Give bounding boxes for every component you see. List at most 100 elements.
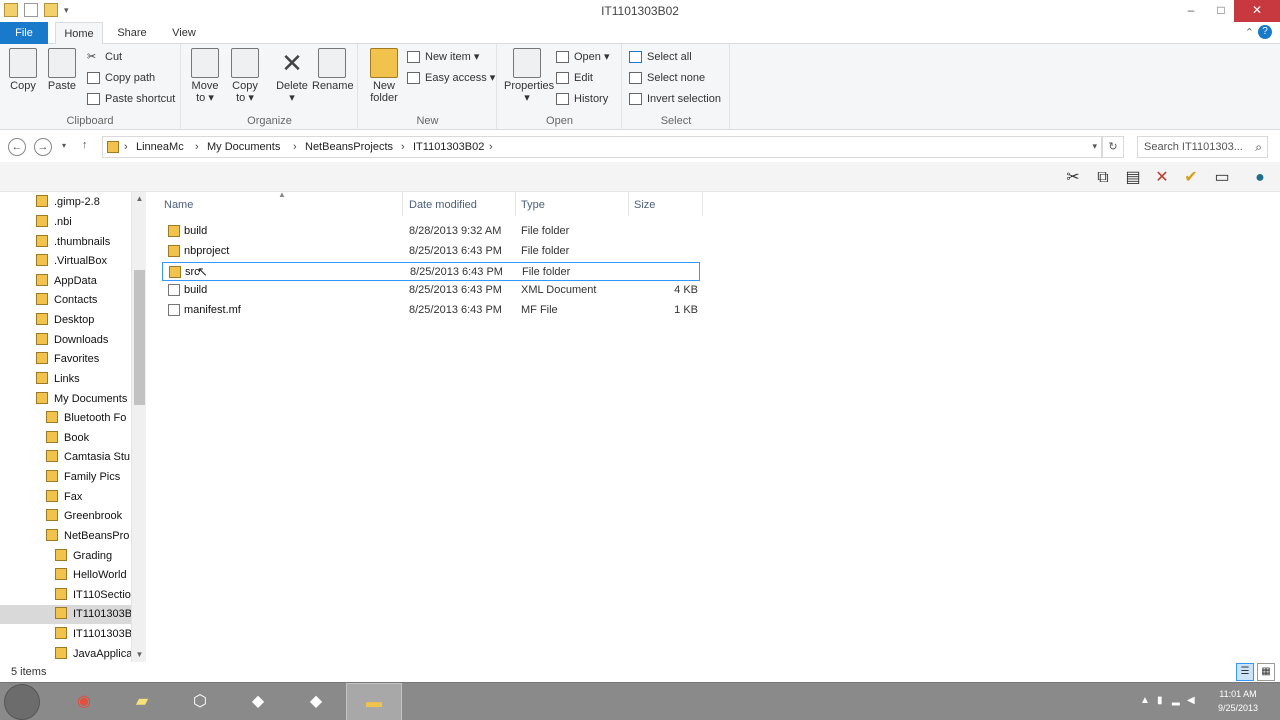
recent-locations-icon[interactable]: ▾ [62,141,66,150]
select-none-button[interactable]: Select none [629,69,705,87]
large-icons-view-button[interactable]: ▦ [1257,663,1275,681]
tab-home[interactable]: Home [55,22,103,45]
breadcrumb-separator-icon[interactable]: › [195,141,199,153]
breadcrumb-current-folder[interactable]: IT1101303B02 [413,141,484,153]
virtualbox-taskbar-button[interactable]: ⬡ [172,683,228,720]
tree-item-selected[interactable]: IT1101303B [0,605,131,624]
search-input[interactable]: Search IT1101303... ⌕ [1137,136,1268,158]
tree-item[interactable]: JavaApplica [55,645,131,662]
copy-to-button[interactable]: Copy to ▾ [225,48,265,104]
breadcrumb-netbeansprojects[interactable]: NetBeansProjects [305,141,393,153]
show-hidden-icons-icon[interactable]: ▲ [1140,695,1150,706]
rename-icon[interactable]: ▭ [1211,167,1233,189]
tree-item[interactable]: Bluetooth Fo [46,409,131,428]
new-folder-button[interactable]: New folder [364,48,404,104]
tree-item[interactable]: Favorites [36,350,131,369]
navigation-scrollbar[interactable]: ▲ ▼ [131,192,146,662]
tree-item[interactable]: NetBeansPro [46,527,131,546]
file-row-selected[interactable]: src 8/25/2013 6:43 PM File folder ↖ [162,262,700,281]
breadcrumb-separator-icon[interactable]: › [124,141,128,153]
delete-button[interactable]: ✕ Delete ▾ [272,48,312,104]
address-bar[interactable]: › LinneaMc › My Documents › NetBeansProj… [102,136,1102,158]
file-row[interactable]: nbproject 8/25/2013 6:43 PM File folder [162,242,700,261]
column-header-name[interactable]: Name [164,199,193,211]
file-row[interactable]: build 8/25/2013 6:43 PM XML Document 4 K… [162,281,700,300]
forward-button[interactable]: → [34,138,52,156]
tab-file[interactable]: File [0,22,48,44]
column-header-size[interactable]: Size [634,199,655,211]
tree-item[interactable]: Family Pics [46,468,131,487]
column-divider[interactable] [628,192,629,216]
tree-item[interactable]: .thumbnails [36,233,131,252]
select-all-button[interactable]: Select all [629,48,692,66]
file-row[interactable]: build 8/28/2013 9:32 AM File folder [162,222,700,241]
paste-icon[interactable]: ▤ [1122,167,1144,189]
tree-item[interactable]: IT1101303B [55,625,131,644]
scrollbar-thumb[interactable] [134,270,145,405]
signal-icon[interactable]: ▂ [1172,695,1180,706]
tab-share[interactable]: Share [110,22,154,44]
tab-view[interactable]: View [162,22,206,44]
column-divider[interactable] [702,192,703,216]
tree-item[interactable]: Desktop [36,311,131,330]
breadcrumb-linneamc[interactable]: LinneaMc [136,141,184,153]
file-row[interactable]: manifest.mf 8/25/2013 6:43 PM MF File 1 … [162,301,700,320]
invert-selection-button[interactable]: Invert selection [629,90,721,108]
taskbar-clock[interactable]: 11:01 AM 9/25/2013 [1218,687,1258,715]
close-button[interactable]: ✕ [1234,0,1280,22]
column-divider[interactable] [515,192,516,216]
tree-item[interactable]: .gimp-2.8 [36,193,131,212]
column-header-date[interactable]: Date modified [409,199,477,211]
edit-button[interactable]: Edit [556,69,593,87]
volume-icon[interactable]: ◀ [1187,695,1195,706]
move-to-button[interactable]: Move to ▾ [185,48,225,104]
tree-item[interactable]: AppData [36,272,131,291]
column-divider[interactable] [402,192,403,216]
minimize-button[interactable]: – [1176,0,1206,22]
tree-item[interactable]: Contacts [36,291,131,310]
copy-icon[interactable]: ⧉ [1092,167,1114,189]
tree-item[interactable]: HelloWorld [55,566,131,585]
checkmark-icon[interactable]: ✔ [1180,167,1202,189]
tree-item[interactable]: Book [46,429,131,448]
tree-item[interactable]: .nbi [36,213,131,232]
scroll-up-icon[interactable]: ▲ [132,192,146,206]
copy-button[interactable]: Copy [3,48,43,92]
tree-item[interactable]: .VirtualBox [36,252,131,271]
new-item-button[interactable]: New item ▾ [407,48,479,66]
history-button[interactable]: History [556,90,608,108]
chrome-taskbar-button[interactable]: ◉ [56,683,112,720]
cut-icon[interactable]: ✂ [1062,167,1084,189]
details-view-button[interactable]: ☰ [1236,663,1254,681]
tree-item[interactable]: Links [36,370,131,389]
refresh-button[interactable]: ↻ [1102,136,1124,158]
breadcrumb-my-documents[interactable]: My Documents [207,141,280,153]
delete-icon[interactable]: ✕ [1151,167,1173,189]
minimize-ribbon-icon[interactable]: ⌃ [1245,26,1254,39]
app-taskbar-button[interactable]: ◆ [230,683,286,720]
paste-button[interactable]: Paste [42,48,82,92]
tree-item[interactable]: IT110Sectio [55,586,131,605]
tree-item[interactable]: Camtasia Stu [46,448,131,467]
tree-item[interactable]: Downloads [36,331,131,350]
notes-taskbar-button[interactable]: ▰ [114,683,170,720]
app-taskbar-button[interactable]: ◆ [288,683,344,720]
up-arrow-icon[interactable]: ↑ [82,139,88,151]
back-button[interactable]: ← [8,138,26,156]
breadcrumb-separator-icon[interactable]: › [401,141,405,153]
open-button[interactable]: Open ▾ [556,48,610,66]
properties-button[interactable]: Properties ▾ [504,48,554,104]
file-explorer-taskbar-button[interactable]: ▬ [346,683,402,720]
scroll-down-icon[interactable]: ▼ [132,648,146,662]
help-icon[interactable]: ? [1258,25,1272,39]
tree-item[interactable]: Grading [55,547,131,566]
rename-button[interactable]: Rename [312,48,354,92]
tree-item[interactable]: Fax [46,488,131,507]
start-button[interactable] [4,684,40,720]
tree-item[interactable]: Greenbrook [46,507,131,526]
easy-access-button[interactable]: Easy access ▾ [407,69,495,87]
maximize-button[interactable]: □ [1206,0,1236,22]
tree-item[interactable]: My Documents [36,390,131,409]
copy-path-button[interactable]: Copy path [87,69,155,87]
address-history-icon[interactable]: ▾ [1092,141,1097,152]
